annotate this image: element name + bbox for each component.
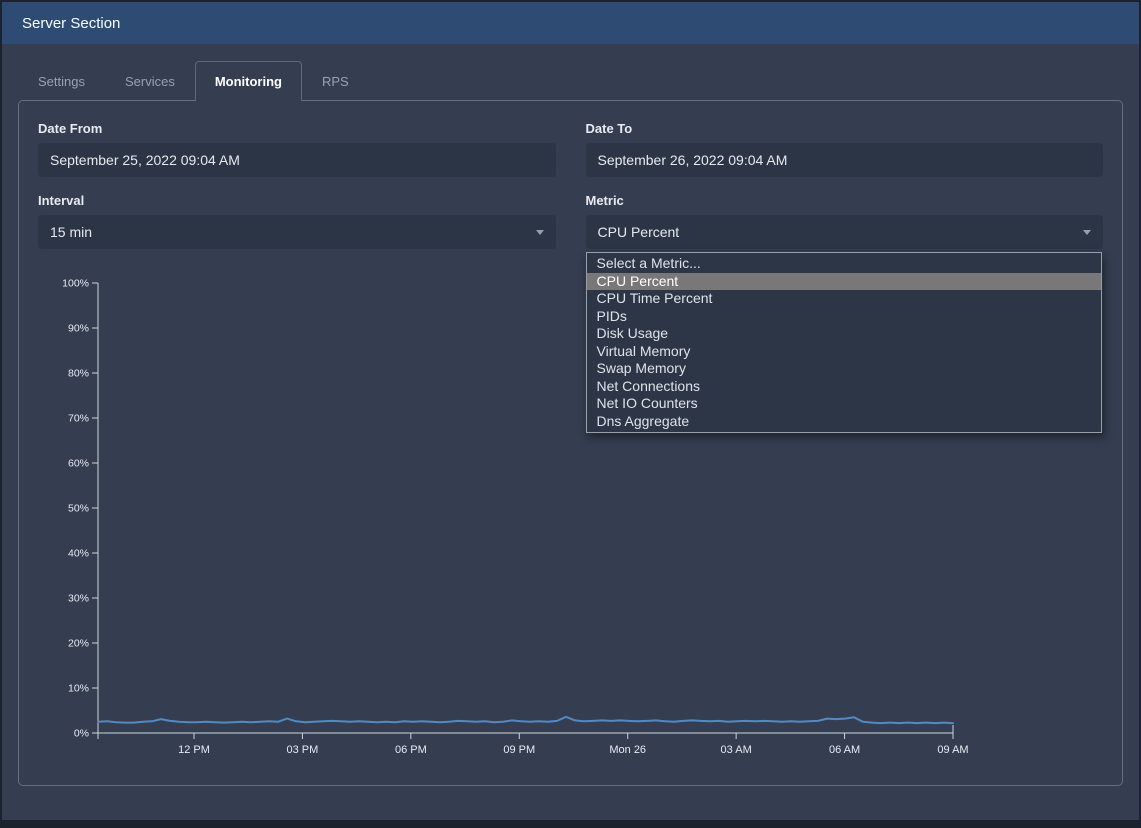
interval-select[interactable]: 15 min (38, 215, 556, 249)
interval-value: 15 min (50, 224, 92, 240)
date-from-label: Date From (38, 121, 556, 136)
metric-select[interactable]: CPU Percent (586, 215, 1104, 249)
x-axis-tick-label: 12 PM (178, 744, 210, 756)
metric-field: Metric CPU Percent Select a Metric...CPU… (586, 193, 1104, 249)
metric-option[interactable]: Net IO Counters (587, 395, 1102, 413)
x-axis-tick-label: 09 AM (937, 744, 968, 756)
tab-settings[interactable]: Settings (18, 61, 105, 101)
x-axis-tick-label: 06 PM (395, 744, 427, 756)
y-axis-tick-label: 70% (68, 413, 89, 425)
date-to-field: Date To September 26, 2022 09:04 AM (586, 121, 1104, 177)
date-from-field: Date From September 25, 2022 09:04 AM (38, 121, 556, 177)
y-axis-tick-label: 20% (68, 638, 89, 650)
date-from-value: September 25, 2022 09:04 AM (50, 152, 240, 168)
cpu-percent-line-series (98, 717, 953, 723)
tab-monitoring[interactable]: Monitoring (195, 61, 302, 101)
y-axis-tick-label: 80% (68, 368, 89, 380)
metric-option[interactable]: Select a Metric... (587, 255, 1102, 273)
metric-option[interactable]: Swap Memory (587, 360, 1102, 378)
x-axis-tick-label: 06 AM (829, 744, 860, 756)
metric-value: CPU Percent (598, 224, 680, 240)
metric-option[interactable]: Disk Usage (587, 325, 1102, 343)
metric-option[interactable]: Net Connections (587, 378, 1102, 396)
chevron-down-icon (536, 230, 544, 235)
y-axis-tick-label: 10% (68, 683, 89, 695)
tab-bar: Settings Services Monitoring RPS (18, 61, 1123, 101)
monitoring-panel: Date From September 25, 2022 09:04 AM Da… (18, 100, 1123, 786)
y-axis-tick-label: 100% (62, 278, 89, 290)
y-axis-tick-label: 60% (68, 458, 89, 470)
interval-label: Interval (38, 193, 556, 208)
metric-label: Metric (586, 193, 1104, 208)
page-title: Server Section (22, 15, 120, 32)
metric-option[interactable]: CPU Time Percent (587, 290, 1102, 308)
filter-form: Date From September 25, 2022 09:04 AM Da… (38, 121, 1103, 249)
interval-field: Interval 15 min (38, 193, 556, 249)
x-axis-tick-label: 03 PM (287, 744, 319, 756)
metric-dropdown-list: Select a Metric...CPU PercentCPU Time Pe… (586, 252, 1103, 433)
header: Server Section (2, 2, 1139, 44)
y-axis-tick-label: 40% (68, 548, 89, 560)
tab-services[interactable]: Services (105, 61, 195, 101)
date-to-value: September 26, 2022 09:04 AM (598, 152, 788, 168)
app-window: Server Section Settings Services Monitor… (2, 2, 1139, 820)
x-axis-tick-label: Mon 26 (609, 744, 646, 756)
y-axis-tick-label: 30% (68, 593, 89, 605)
date-to-input[interactable]: September 26, 2022 09:04 AM (586, 143, 1104, 177)
date-from-input[interactable]: September 25, 2022 09:04 AM (38, 143, 556, 177)
metric-option[interactable]: Virtual Memory (587, 343, 1102, 361)
metric-option[interactable]: CPU Percent (587, 273, 1102, 291)
tab-rps[interactable]: RPS (302, 61, 369, 101)
x-axis-tick-label: 03 AM (721, 744, 752, 756)
metric-option[interactable]: Dns Aggregate (587, 413, 1102, 431)
y-axis-tick-label: 50% (68, 503, 89, 515)
metric-option[interactable]: PIDs (587, 308, 1102, 326)
y-axis-tick-label: 90% (68, 323, 89, 335)
y-axis-tick-label: 0% (74, 728, 89, 740)
x-axis-tick-label: 09 PM (503, 744, 535, 756)
chevron-down-icon (1083, 230, 1091, 235)
date-to-label: Date To (586, 121, 1104, 136)
